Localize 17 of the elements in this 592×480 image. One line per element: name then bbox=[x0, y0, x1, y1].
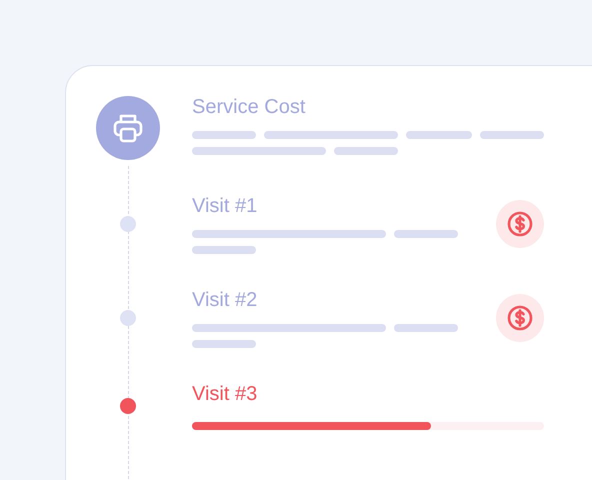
placeholder-line bbox=[192, 131, 256, 139]
timeline-dot bbox=[120, 216, 136, 232]
placeholder-line bbox=[406, 131, 472, 139]
dollar-coin-icon bbox=[496, 294, 544, 342]
step-title: Visit #2 bbox=[192, 288, 258, 312]
step-title: Visit #1 bbox=[192, 194, 258, 218]
step-title: Service Cost bbox=[192, 95, 306, 119]
placeholder-line bbox=[334, 147, 398, 155]
dollar-coin-icon bbox=[496, 200, 544, 248]
placeholder-line bbox=[394, 230, 458, 238]
placeholder-line bbox=[394, 324, 458, 332]
step-title: Visit #3 bbox=[192, 382, 258, 406]
placeholder-line bbox=[480, 131, 544, 139]
placeholder-line bbox=[192, 340, 256, 348]
timeline-dot bbox=[120, 398, 136, 414]
timeline-dot bbox=[120, 310, 136, 326]
placeholder-line bbox=[192, 246, 256, 254]
